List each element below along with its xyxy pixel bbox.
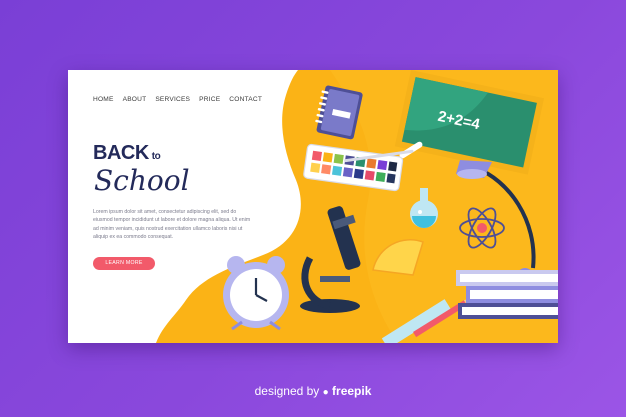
learn-more-button[interactable]: LEARN MORE (93, 257, 155, 270)
nav-services[interactable]: SERVICES (155, 96, 190, 103)
landing-page: 2+2=4 HOME ABOUT SERVICES PRICE CONTACT … (68, 70, 558, 343)
credit-line: designed by ● freepik (0, 384, 626, 398)
nav-about[interactable]: ABOUT (123, 96, 147, 103)
nav-home[interactable]: HOME (93, 96, 114, 103)
heading-back-text: BACK (93, 142, 149, 164)
credit-brand: freepik (332, 384, 372, 398)
heading-back: BACK to (93, 142, 161, 165)
nav-price[interactable]: PRICE (199, 96, 220, 103)
hero-description: Lorem ipsum dolor sit amet, consectetur … (93, 209, 251, 241)
heading-to-text: to (151, 151, 161, 162)
book-stack-icon (456, 270, 558, 319)
school-illustration: 2+2=4 (156, 70, 558, 343)
heading-school: School (94, 164, 190, 197)
freepik-logo-icon: ● (322, 387, 329, 398)
nav-contact[interactable]: CONTACT (229, 96, 262, 103)
credit-designed-by: designed by (254, 384, 320, 398)
top-navigation: HOME ABOUT SERVICES PRICE CONTACT (93, 96, 262, 103)
alarm-clock-icon (223, 256, 289, 331)
